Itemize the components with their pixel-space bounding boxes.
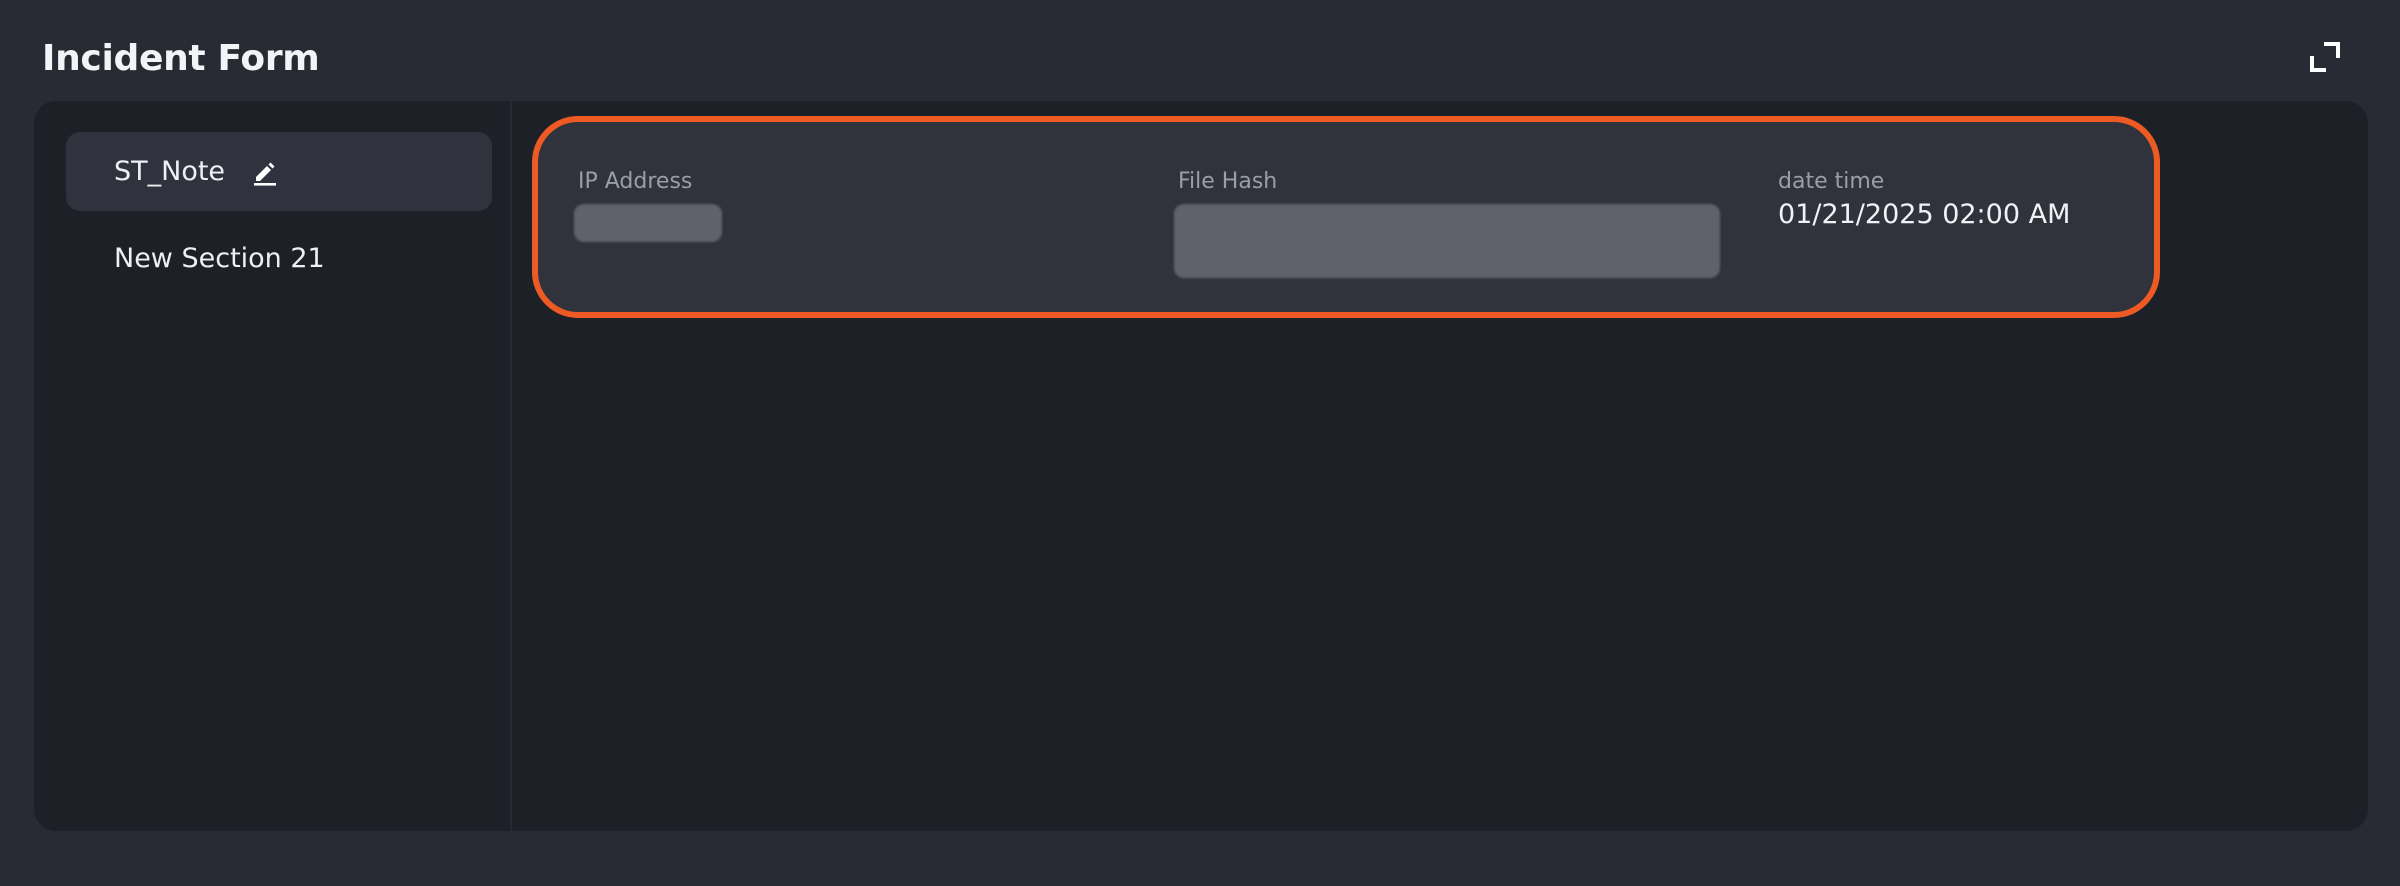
sidebar-item-label: New Section 21 <box>114 243 325 274</box>
field-label: File Hash <box>1178 169 1278 194</box>
fields-card: IP Address File Hash date time 01/21/202… <box>532 116 2160 318</box>
expand-icon[interactable] <box>2308 40 2342 74</box>
redacted-value <box>1174 204 1720 278</box>
section-sidebar: ST_Note New Section 21 <box>34 101 512 831</box>
sidebar-item-new-section-21[interactable]: New Section 21 <box>66 219 492 298</box>
section-content: IP Address File Hash date time 01/21/202… <box>514 101 2368 831</box>
sidebar-item-label: ST_Note <box>114 156 226 187</box>
form-panel: ST_Note New Section 21 IP Address File H… <box>34 101 2368 831</box>
pencil-icon[interactable] <box>251 158 279 186</box>
redacted-value <box>574 204 722 242</box>
field-value: 01/21/2025 02:00 AM <box>1778 199 2071 230</box>
field-ip-address: IP Address <box>574 169 722 242</box>
incident-form-page: Incident Form ST_Note New Section 21 IP … <box>0 0 2400 886</box>
field-date-time: date time 01/21/2025 02:00 AM <box>1774 169 2070 230</box>
field-label: IP Address <box>578 169 693 194</box>
page-title: Incident Form <box>42 38 320 79</box>
field-label: date time <box>1778 169 1885 194</box>
field-file-hash: File Hash <box>1174 169 1720 278</box>
sidebar-item-st-note[interactable]: ST_Note <box>66 132 492 211</box>
